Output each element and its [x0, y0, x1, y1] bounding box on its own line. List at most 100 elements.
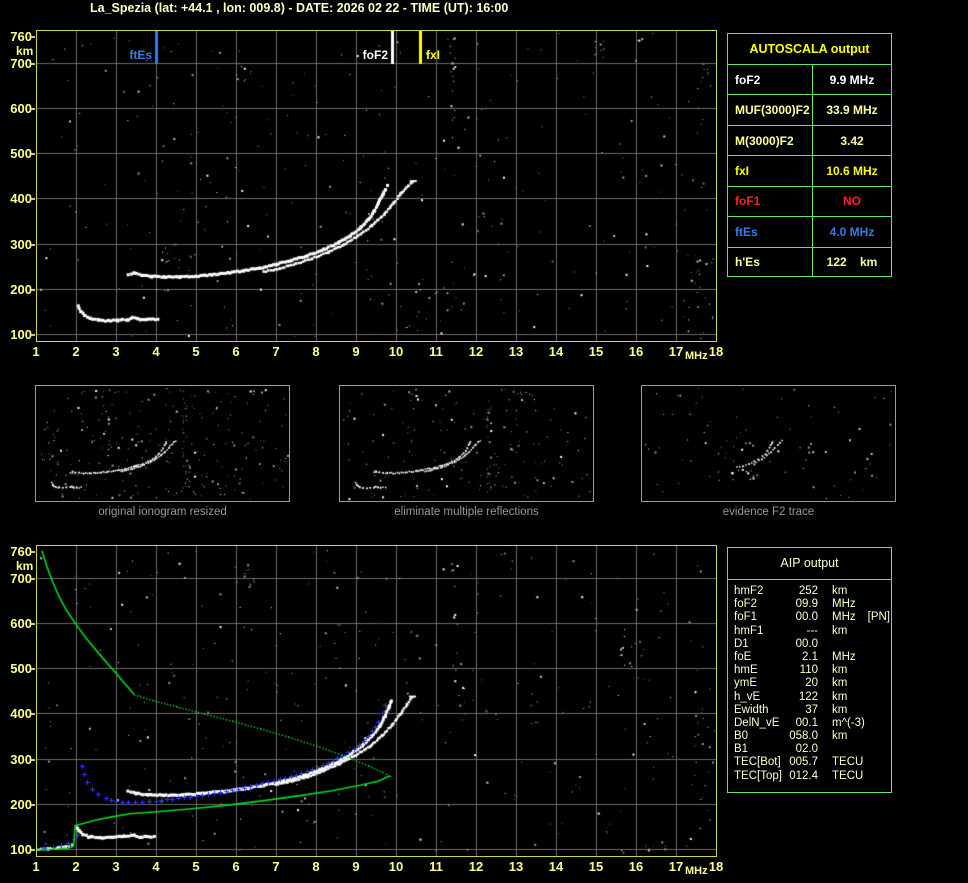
- autoscala-app-window: La_Spezia (lat: +44.1 , lon: 009.8) - DA…: [0, 0, 968, 883]
- marker-label-foF2: foF2: [362, 48, 388, 62]
- autoscala-param-value: NO: [843, 194, 861, 209]
- thumbnail-eliminate-reflections: [339, 385, 594, 502]
- x-tick-label: 5: [192, 344, 200, 359]
- x-axis-unit-label: MHz: [685, 865, 708, 877]
- x-tick-label: 13: [508, 859, 524, 874]
- autoscala-param-label: h'Es: [728, 247, 813, 277]
- y-tick-mark: [31, 803, 35, 806]
- station-title: La_Spezia (lat: +44.1 , lon: 009.8) - DA…: [90, 1, 509, 15]
- x-tick-label: 4: [152, 859, 160, 874]
- x-tick-label: 3: [112, 859, 120, 874]
- aip-table-row: h_vE 122 km: [728, 691, 891, 704]
- autoscala-param-label: M(3000)F2: [728, 125, 813, 156]
- aip-table-row: hmF1 --- km: [728, 625, 891, 638]
- aip-table-row: D1 00.0: [728, 638, 891, 651]
- autoscala-rows: foF2 9.9 MHz MUF(3000)F2 33.9 MHz M(3000)F2 3…: [728, 65, 891, 277]
- y-tick-label: 600: [10, 616, 32, 631]
- aip-param-label: hmE: [734, 664, 758, 677]
- aip-table-row: foF1 00.0 MHz [PN]: [728, 611, 891, 624]
- y-tick-mark: [31, 758, 35, 761]
- aip-param-label: B1: [734, 743, 749, 756]
- x-tick-label: 7: [272, 859, 280, 874]
- aip-param-unit: km: [832, 664, 848, 677]
- aip-param-label: hmF2: [734, 585, 764, 597]
- y-tick-label: 500: [10, 146, 32, 162]
- profile-ionogram-canvas: [37, 546, 716, 856]
- x-tick-label: 1: [32, 344, 40, 359]
- y-tick-label: 300: [10, 751, 32, 767]
- aip-param-value: 012.4: [789, 769, 818, 782]
- scaled-ionogram-canvas: [37, 31, 716, 341]
- y-tick-mark: [31, 288, 35, 291]
- y-tick-mark: [31, 108, 35, 110]
- aip-table-row: DelN_vE 00.1 m^(-3): [728, 717, 891, 730]
- aip-param-label: Ewidth: [734, 703, 769, 716]
- x-tick-label: 12: [468, 859, 484, 874]
- y-tick-label: 700: [10, 570, 32, 586]
- y-tick-mark: [31, 198, 35, 201]
- aip-param-unit: km: [832, 624, 848, 637]
- x-tick-label: 14: [548, 859, 564, 874]
- aip-table-row: hmF2 252 km: [728, 585, 891, 598]
- x-tick-label: 16: [628, 859, 644, 874]
- aip-param-value: 00.0: [795, 637, 818, 650]
- autoscala-param-label: MUF(3000)F2: [728, 95, 813, 125]
- x-tick-label: 2: [72, 344, 80, 359]
- autoscala-table-row: fxI 10.6 MHz: [728, 155, 891, 186]
- x-tick-label: 10: [388, 344, 404, 359]
- aip-param-unit: MHz: [832, 611, 856, 624]
- y-tick-mark: [31, 849, 35, 851]
- thumbnail-original-canvas: [36, 386, 289, 501]
- autoscala-param-label: foF1: [728, 186, 813, 217]
- aip-param-unit: m^(-3): [832, 716, 865, 729]
- y-tick-mark: [31, 35, 35, 38]
- x-tick-label: 8: [312, 344, 320, 359]
- aip-param-unit: km: [832, 703, 848, 716]
- aip-param-value: 20: [805, 677, 818, 690]
- y-tick-label: 100: [10, 327, 32, 342]
- aip-param-value: 252: [798, 585, 818, 597]
- y-tick-label: 200: [10, 281, 32, 297]
- y-tick-label: 700: [10, 55, 32, 71]
- aip-rows: hmF2 252 km foF2 09.9 MHz foF1 00.0 MHz [PN] hmF1 -…: [728, 580, 891, 783]
- aip-table-row: foF2 09.9 MHz: [728, 598, 891, 611]
- aip-param-label: foF1: [734, 611, 758, 624]
- aip-param-label: h_vE: [734, 690, 761, 703]
- x-tick-label: 8: [312, 859, 320, 874]
- autoscala-param-label: ftEs: [728, 217, 813, 247]
- y-tick-mark: [31, 668, 35, 671]
- aip-param-value: 005.7: [789, 756, 818, 769]
- y-tick-mark: [31, 550, 35, 553]
- autoscala-param-label: fxI: [728, 156, 813, 186]
- aip-param-unit: km: [832, 677, 848, 690]
- aip-param-value: 02.0: [795, 743, 818, 756]
- autoscala-param-label: foF2: [728, 65, 813, 95]
- aip-param-label: hmF1: [734, 624, 764, 637]
- autoscala-output-panel: AUTOSCALA output foF2 9.9 MHz MUF(3000)F2 3…: [727, 33, 892, 277]
- x-tick-label: 1: [32, 859, 40, 874]
- y-tick-label: 760: [10, 543, 32, 559]
- aip-param-label: ymE: [734, 677, 757, 690]
- autoscala-param-value: 4.0 MHz: [829, 224, 875, 239]
- aip-param-unit: km: [832, 585, 848, 597]
- autoscala-panel-header: AUTOSCALA output: [728, 34, 891, 65]
- y-tick-label: 600: [10, 101, 32, 116]
- aip-output-panel: AIP output hmF2 252 km foF2 09.9 MHz foF1 00.0 M…: [727, 547, 892, 793]
- aip-param-value: 00.1: [795, 716, 818, 729]
- aip-table-row: Ewidth 37 km: [728, 704, 891, 717]
- aip-param-value: 00.0: [795, 611, 818, 624]
- aip-param-value: 2.1: [802, 650, 818, 663]
- y-tick-label: 200: [10, 796, 32, 812]
- aip-param-flag: [PN]: [867, 611, 891, 624]
- x-tick-label: 9: [352, 859, 360, 874]
- x-tick-label: 6: [232, 859, 240, 874]
- aip-param-label: D1: [734, 637, 749, 650]
- y-tick-mark: [31, 623, 35, 625]
- y-tick-label: 500: [10, 661, 32, 677]
- thumbnail-eliminate-canvas: [340, 386, 593, 501]
- x-axis-unit-label: MHz: [685, 350, 708, 362]
- y-tick-mark: [31, 62, 35, 65]
- aip-param-label: foF2: [734, 598, 758, 611]
- thumbnail-evidence-f2: [641, 385, 896, 502]
- aip-param-value: 37: [805, 703, 818, 716]
